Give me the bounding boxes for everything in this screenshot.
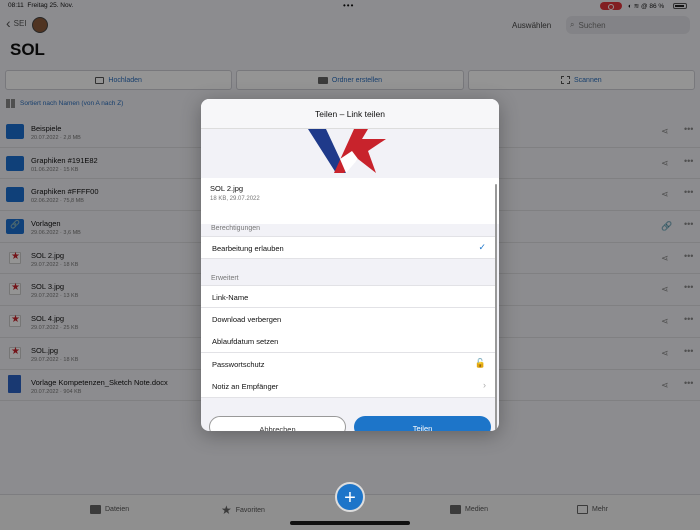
file-preview-image (308, 129, 386, 173)
cancel-button[interactable]: Abbrechen (209, 416, 346, 431)
scrollbar[interactable] (495, 184, 497, 431)
add-button[interactable]: + (335, 482, 365, 512)
file-info: SOL 2.jpg 18 KB, 29.07.2022 (201, 178, 499, 224)
logo-red-star (334, 129, 386, 173)
checkmark-icon: ✓ (478, 242, 486, 252)
note-option[interactable]: Notiz an Empfänger › (201, 375, 496, 398)
expiry-date-option[interactable]: Ablaufdatum setzen (201, 330, 496, 353)
password-option[interactable]: Passwortschutz 🔓 (201, 353, 496, 376)
allow-edit-option[interactable]: Bearbeitung erlauben ✓ (201, 236, 496, 259)
dialog-title: Teilen – Link teilen (201, 99, 499, 129)
link-name-option[interactable]: Link-Name (201, 285, 496, 308)
home-indicator[interactable] (290, 521, 410, 525)
dialog-body: SOL 2.jpg 18 KB, 29.07.2022 Berechtigung… (201, 129, 499, 431)
unlock-icon: 🔓 (474, 358, 486, 368)
plus-icon: + (344, 487, 356, 509)
share-button[interactable]: Teilen (354, 416, 491, 431)
advanced-header: Erweitert (211, 275, 239, 282)
dialog-file-name: SOL 2.jpg (210, 184, 244, 193)
share-link-dialog: Teilen – Link teilen SOL 2.jpg 18 KB, 29… (201, 99, 499, 431)
dialog-file-meta: 18 KB, 29.07.2022 (210, 196, 260, 202)
chevron-right-icon: › (483, 380, 486, 390)
hide-download-option[interactable]: Download verbergen (201, 308, 496, 331)
permissions-header: Berechtigungen (211, 225, 261, 232)
